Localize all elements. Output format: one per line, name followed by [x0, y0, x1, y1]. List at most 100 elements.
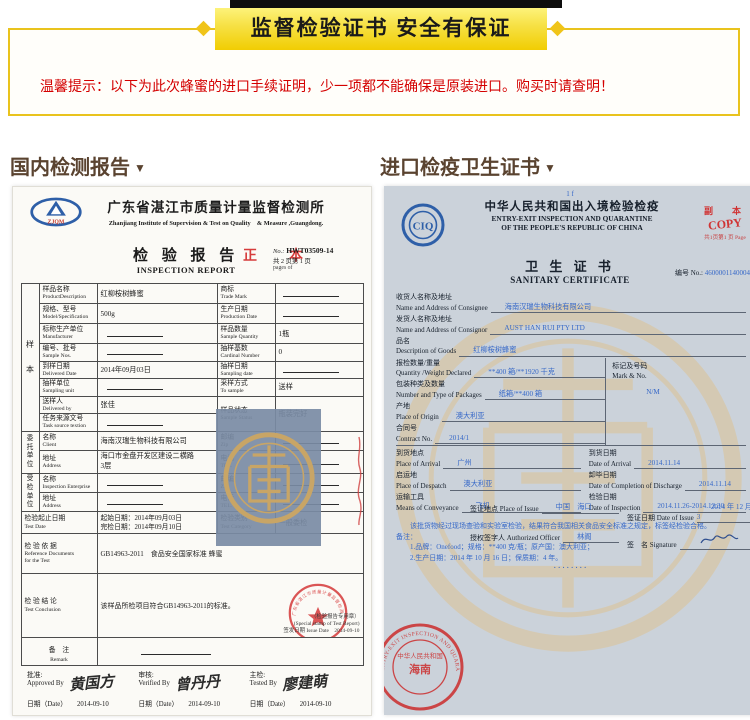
blank-line [283, 309, 339, 317]
field-value: 澳大利亚 [442, 412, 485, 420]
section-header-domestic[interactable]: 国内检测报告▼ [10, 151, 146, 180]
signature-name: 曾丹丹 [174, 670, 221, 695]
field-label-en: Inspection Enterprise [43, 484, 94, 490]
field-value: 中国 海口 [542, 503, 592, 511]
field-label-cn: 检 验 结 论 [25, 598, 94, 606]
field-value: 500g [97, 304, 217, 324]
field-label-en: Client [43, 442, 94, 448]
signature-name: 廖建萌 [281, 670, 328, 695]
notice-text: 温馨提示：以下为此次蜂蜜的进口手续证明，少一项都不能确保是原装进口。购买时请查明… [40, 76, 614, 96]
blank-line [107, 497, 163, 505]
field-value: 林阁 [563, 533, 591, 541]
field-label-cn: 样品数量 [221, 326, 272, 334]
field-label-cn: 地址 [43, 495, 94, 503]
field-value: 3层 [101, 462, 214, 472]
field-label-en: Sample Nos. [43, 353, 94, 359]
field-label-cn: 合同号 [396, 423, 605, 434]
group-label: 委托 [25, 435, 36, 453]
caret-down-icon: ▼ [544, 161, 556, 175]
report-title-en: INSPECTION REPORT [133, 265, 239, 275]
svg-text:ZJQM: ZJQM [48, 220, 65, 226]
form-field: 启运地 Place of Despatch澳大利亚 [396, 470, 581, 491]
dots-divider: ········ [396, 564, 746, 572]
form-field: 到货地点 Place of Arrival广州 [396, 448, 581, 469]
field-label-en: Means of Conveyance [396, 504, 459, 513]
field-label-cn: 到样日期 [43, 363, 94, 371]
org-name-en: Zhanjiang Institute of Supervision & Tes… [83, 218, 349, 227]
field-label-en: Place of Issue [500, 505, 539, 513]
field-label-en: Sample Quantity [221, 334, 272, 340]
blank-line [107, 478, 163, 486]
field-value: 0 [275, 344, 363, 362]
field-value: AUST HAN RUI PTY LTD [490, 324, 584, 332]
field-label-en: Mark & No. [612, 371, 746, 382]
ciq-logo-icon: CIQ [400, 202, 446, 248]
field-value: 完检日期：2014年09月10日 [101, 523, 214, 532]
field-label-cn: 编号、批号 [43, 345, 94, 353]
field-value: 2014 年 12 月 3 [697, 503, 750, 520]
field-value: 送样 [275, 379, 363, 397]
field-value: 起始日期：2014年09月03日 [101, 514, 214, 523]
field-label-en: Place of Origin [396, 413, 439, 422]
signature-name: 黄国方 [68, 670, 115, 695]
caret-down-icon: ▼ [134, 161, 146, 175]
pages-en: pages of [273, 265, 365, 271]
field-label-cn: 抽样日期 [221, 363, 272, 371]
report-title-cn: 检 验 报 告 [133, 244, 239, 265]
field-label-en: Cardinal Number [221, 353, 272, 359]
group-label: 单位 [25, 493, 36, 511]
field-label-en: Sampling unit [43, 388, 94, 394]
field-label-en: Date of Arrival [589, 460, 631, 469]
sanitary-certificate: 1 f CIQ 中华人民共和国出入境检验检疫 ENTRY-EXIT INSPEC… [384, 186, 750, 715]
field-label-en: Manufacturer [43, 334, 94, 340]
sig-role-cn: 主检: [250, 672, 265, 679]
field-label-cn: 地址 [43, 455, 94, 463]
svg-text:CIQ: CIQ [413, 221, 434, 233]
field-label-en: Number and Type of Packages [396, 391, 482, 400]
field-label-cn: 到货日期 [589, 448, 746, 459]
field-label-en: Name and Address of Consignor [396, 326, 487, 335]
svg-text:中华人民共和国: 中华人民共和国 [397, 651, 443, 660]
table-row: 样本 样品名称ProductDescription 红柳桉树蜂蜜 商标Trade… [21, 284, 363, 304]
field-label-en: Place of Despatch [396, 482, 447, 491]
field-label-cn: 任务来源文号 [43, 415, 94, 423]
sig-date: 2014-09-10 [77, 701, 109, 708]
pages-label: 共1页第1 页 Page [698, 233, 750, 241]
section-header-import[interactable]: 进口检疫卫生证书▼ [380, 151, 556, 180]
issue-date-label-en: Issue Date [306, 628, 329, 634]
copy-mark-en: COPY [697, 214, 750, 235]
sig-date-label: 日期（Date） [250, 701, 290, 708]
blank-line [107, 382, 163, 390]
side-label: 本 [25, 364, 36, 375]
form-field: 到货日期 Date of Arrival2014.11.14 [589, 448, 746, 469]
sig-role-en: Approved By [27, 680, 64, 687]
sig-date-label: 日期（Date） [138, 701, 178, 708]
field-label-en: Test Conclusion [25, 607, 94, 613]
field-label-en: Date of Completion of Discharge [589, 482, 682, 491]
signature-block: 批准:Approved By黄国方 日期（Date）2014-09-10 [27, 672, 138, 708]
issue-date-label-cn: 签发日期 [283, 628, 305, 634]
field-label-en: Remark [25, 657, 94, 663]
field-label-cn: 运输工具 [396, 492, 581, 503]
blank-line [283, 365, 339, 373]
top-black-bar [230, 0, 562, 8]
field-value: 1瓶 [275, 324, 363, 344]
form-field: 签证日期 Date of Issue2014 年 12 月 3 [627, 503, 750, 523]
group-label: 单位 [25, 452, 36, 470]
field-label-cn: 抽样单位 [43, 380, 94, 388]
field-label-en: Authorized Officer [507, 534, 560, 542]
field-label-cn: 送样人 [43, 398, 94, 406]
field-label-cn: 抽样基数 [221, 345, 272, 353]
banner-title: 监督检验证书 安全有保证 [215, 8, 547, 50]
field-label-cn: 生产日期 [221, 306, 272, 314]
field-label-en: Quantity /Weight Declared [396, 369, 471, 378]
sig-date: 2014-09-10 [188, 701, 220, 708]
field-label-en: Production Date [221, 314, 272, 320]
table-row: 抽样单位Sampling unit 采样方式To sample 送样 [21, 379, 363, 397]
quantity-mark-group: 报检数量/重量 Quantity /Weight Declared**400 箱… [396, 358, 746, 446]
company-seal-overlay [216, 409, 321, 546]
field-label-cn: 启运地 [396, 470, 581, 481]
field-value: **400 箱/**1920 千克 [474, 368, 555, 376]
form-field: 收货人名称及地址 Name and Address of Consignee海南… [396, 292, 746, 313]
form-field: 签证地点 Place of Issue中国 海口 [470, 503, 619, 523]
